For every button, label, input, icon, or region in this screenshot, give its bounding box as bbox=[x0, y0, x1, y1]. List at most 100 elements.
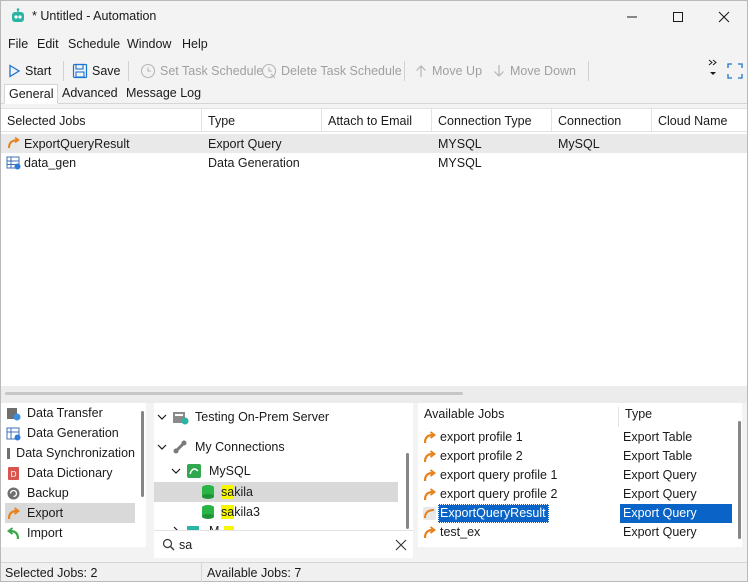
maximize-icon bbox=[673, 11, 683, 22]
category-label: Backup bbox=[27, 486, 69, 500]
fullscreen-button[interactable] bbox=[727, 60, 743, 82]
tree-label: Testing On-Prem Server bbox=[195, 410, 330, 424]
export-icon bbox=[423, 526, 436, 539]
data-generation-icon bbox=[6, 427, 21, 440]
jobs-scrollbar[interactable] bbox=[738, 421, 741, 539]
category-data-synchronization[interactable]: Data Synchronization bbox=[5, 443, 135, 463]
export-icon bbox=[423, 469, 436, 482]
fullscreen-icon bbox=[727, 63, 743, 79]
maximize-button[interactable] bbox=[655, 1, 701, 32]
backup-icon bbox=[7, 487, 20, 499]
minimize-button[interactable] bbox=[609, 1, 655, 32]
column-header-attach-to-email[interactable]: Attach to Email bbox=[322, 109, 432, 132]
job-connection-type: MYSQL bbox=[438, 137, 482, 151]
column-header-cloud-name[interactable]: Cloud Name bbox=[652, 109, 747, 132]
available-job-name: export query profile 1 bbox=[440, 468, 558, 482]
column-header-available-jobs[interactable]: Available Jobs bbox=[418, 407, 504, 427]
table-row[interactable]: data_gen Data Generation MYSQL bbox=[1, 153, 747, 172]
available-job-type: Export Table bbox=[623, 449, 693, 463]
category-data-transfer[interactable]: Data Transfer bbox=[5, 403, 135, 423]
arrow-down-icon bbox=[494, 65, 504, 77]
tree-node-mysql[interactable]: MySQL bbox=[171, 461, 251, 481]
splitter-scrollbar[interactable] bbox=[5, 392, 463, 395]
column-header-connection-type[interactable]: Connection Type bbox=[432, 109, 552, 132]
export-icon bbox=[423, 450, 436, 463]
tree-node-server[interactable]: Testing On-Prem Server bbox=[157, 407, 329, 427]
move-down-label: Move Down bbox=[510, 64, 576, 78]
tree-node-database-sakila3[interactable]: sakila3 bbox=[200, 502, 260, 522]
tree-scrollbar[interactable] bbox=[406, 453, 409, 529]
tree-label: My Connections bbox=[195, 440, 285, 454]
column-header-job-type[interactable]: Type bbox=[618, 407, 652, 427]
tree-search-box[interactable]: sa bbox=[154, 530, 413, 558]
tab-message-log[interactable]: Message Log bbox=[122, 84, 205, 104]
menu-help[interactable]: Help bbox=[182, 37, 208, 51]
minimize-icon bbox=[627, 16, 637, 17]
status-separator bbox=[201, 563, 202, 582]
status-bar: Selected Jobs: 2 Available Jobs: 7 bbox=[1, 562, 747, 582]
chevron-down-icon bbox=[157, 444, 167, 450]
available-job-row[interactable]: export profile 2 Export Table bbox=[422, 447, 736, 466]
available-job-type: Export Query bbox=[623, 525, 697, 539]
move-up-label: Move Up bbox=[432, 64, 483, 78]
category-export[interactable]: Export bbox=[5, 503, 135, 523]
save-button[interactable]: Save bbox=[72, 60, 121, 82]
tree-label: MySQL bbox=[209, 464, 251, 478]
delete-task-schedule-button[interactable]: Delete Task Schedule bbox=[261, 60, 402, 82]
clear-search-icon[interactable] bbox=[395, 539, 407, 551]
clock-delete-icon bbox=[261, 63, 277, 79]
search-input[interactable]: sa bbox=[179, 538, 192, 552]
available-job-row[interactable]: export profile 1 Export Table bbox=[422, 428, 736, 447]
column-header-selected-jobs[interactable]: Selected Jobs bbox=[1, 109, 202, 132]
available-job-row[interactable]: test_ex Export Query bbox=[422, 523, 736, 542]
category-backup[interactable]: Backup bbox=[5, 483, 135, 503]
tree-node-my-connections[interactable]: My Connections bbox=[157, 437, 285, 457]
panel-splitter[interactable] bbox=[1, 386, 747, 403]
category-label: Import bbox=[27, 526, 63, 540]
menu-schedule[interactable]: Schedule bbox=[68, 37, 120, 51]
category-label: Data Generation bbox=[27, 426, 119, 440]
job-type: Data Generation bbox=[208, 156, 300, 170]
menu-bar: File Edit Schedule Window Help bbox=[1, 34, 747, 54]
available-job-name: ExportQueryResult bbox=[438, 504, 549, 523]
job-connection: MySQL bbox=[558, 137, 600, 151]
search-match: sa bbox=[221, 505, 235, 519]
move-up-button[interactable]: Move Up bbox=[414, 60, 482, 82]
available-job-row[interactable]: export query profile 1 Export Query bbox=[422, 466, 736, 485]
tree-node-partial[interactable]: M bbox=[171, 521, 235, 530]
tab-strip: General Advanced Message Log bbox=[1, 84, 747, 104]
tab-advanced[interactable]: Advanced bbox=[58, 84, 122, 104]
available-job-type: Export Table bbox=[623, 430, 693, 444]
server-icon bbox=[187, 526, 199, 530]
tree-node-database-sakila[interactable]: sakila bbox=[154, 482, 398, 502]
dictionary-icon: D bbox=[8, 466, 19, 480]
server-icon bbox=[173, 412, 189, 425]
grid-header: Selected Jobs Type Attach to Email Conne… bbox=[1, 109, 747, 132]
category-data-dictionary[interactable]: D Data Dictionary bbox=[5, 463, 135, 483]
available-job-row[interactable]: export query profile 2 Export Query bbox=[422, 485, 736, 504]
available-job-type: Export Query bbox=[620, 504, 732, 523]
data-generation-icon bbox=[6, 156, 21, 170]
move-down-button[interactable]: Move Down bbox=[492, 60, 576, 82]
category-scrollbar[interactable] bbox=[141, 411, 144, 497]
set-task-schedule-button[interactable]: Set Task Schedule bbox=[140, 60, 263, 82]
title-bar: * Untitled - Automation bbox=[1, 1, 747, 32]
column-header-type[interactable]: Type bbox=[202, 109, 322, 132]
menu-edit[interactable]: Edit bbox=[37, 37, 59, 51]
start-button[interactable]: Start bbox=[7, 60, 51, 82]
tab-general[interactable]: General bbox=[4, 84, 59, 104]
connection-tree: Testing On-Prem Server My Connections My… bbox=[154, 403, 413, 530]
close-icon bbox=[718, 11, 730, 22]
menu-window[interactable]: Window bbox=[127, 37, 171, 51]
category-import[interactable]: Import bbox=[5, 523, 135, 543]
table-row[interactable]: ExportQueryResult Export Query MYSQL MyS… bbox=[1, 134, 747, 153]
menu-file[interactable]: File bbox=[8, 37, 28, 51]
close-button[interactable] bbox=[701, 1, 747, 32]
toolbar-separator bbox=[63, 61, 64, 81]
tree-label: sakila bbox=[221, 485, 253, 499]
toolbar-overflow-button[interactable] bbox=[707, 57, 719, 79]
available-job-row-selected[interactable]: ExportQueryResult Export Query bbox=[422, 504, 736, 523]
category-data-generation[interactable]: Data Generation bbox=[5, 423, 135, 443]
column-header-connection[interactable]: Connection bbox=[552, 109, 652, 132]
toolbar-separator bbox=[404, 61, 405, 81]
